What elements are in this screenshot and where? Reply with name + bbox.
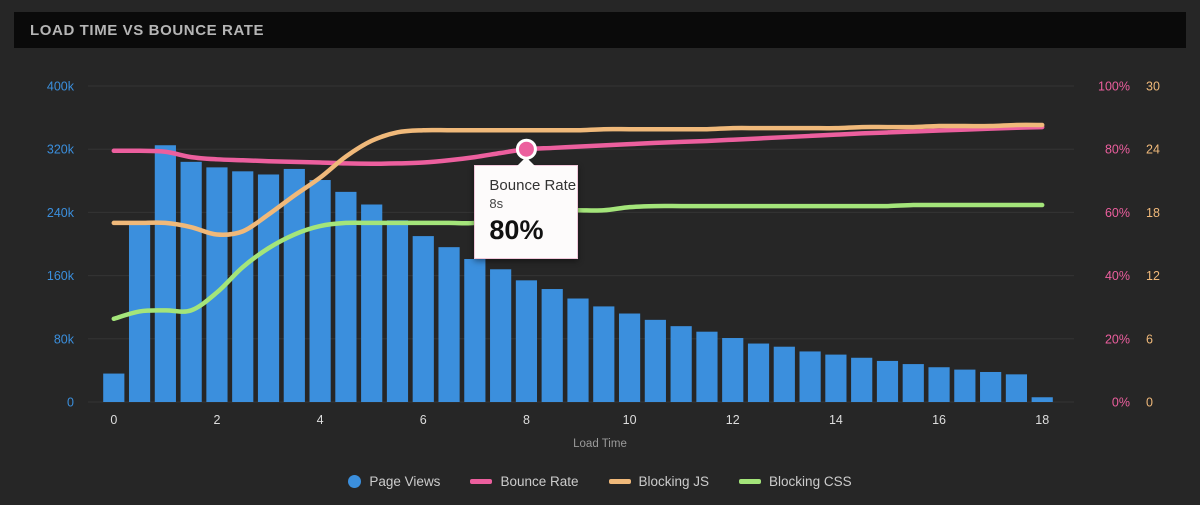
bar[interactable] xyxy=(851,357,873,402)
right-count-axis-tick: 18 xyxy=(1146,206,1160,220)
bar[interactable] xyxy=(799,351,821,402)
legend-label: Blocking JS xyxy=(638,474,710,489)
bar[interactable] xyxy=(567,298,589,402)
legend-label: Blocking CSS xyxy=(769,474,852,489)
right-count-axis-tick: 24 xyxy=(1146,143,1160,157)
chart-legend: Page Views Bounce Rate Blocking JS Blocking… xyxy=(0,474,1200,489)
tooltip-value: 80% xyxy=(489,215,544,246)
right-count-axis-tick: 12 xyxy=(1146,269,1160,283)
legend-label: Bounce Rate xyxy=(500,474,579,489)
right-percent-axis-tick: 100% xyxy=(1098,80,1130,94)
bar[interactable] xyxy=(954,369,976,402)
chart-title-bar: LOAD TIME VS BOUNCE RATE xyxy=(14,12,1186,48)
x-axis-tick: 2 xyxy=(213,413,220,427)
legend-label: Page Views xyxy=(369,474,441,489)
bar[interactable] xyxy=(1005,374,1028,402)
x-axis-tick: 10 xyxy=(623,413,637,427)
legend-item[interactable]: Blocking CSS xyxy=(739,474,852,489)
x-axis-title: Load Time xyxy=(573,438,627,450)
bar[interactable] xyxy=(747,343,770,402)
bar[interactable] xyxy=(722,338,744,402)
x-axis-tick: 12 xyxy=(726,413,740,427)
chart-tooltip: Bounce Rate 8s 80% xyxy=(474,157,579,260)
legend-item[interactable]: Page Views xyxy=(348,474,440,489)
left-axis-tick: 0 xyxy=(67,396,74,410)
bar[interactable] xyxy=(412,236,434,402)
bar[interactable] xyxy=(593,306,615,402)
left-axis-tick: 80k xyxy=(54,332,75,346)
bar[interactable] xyxy=(386,220,409,402)
bar[interactable] xyxy=(464,259,486,402)
chart-canvas: 0 80k 160k 240k 320k 400k 0% 20% 40% 60% 80% 100% 0 6… xyxy=(47,80,1160,428)
x-axis-tick: 18 xyxy=(1035,413,1049,427)
bar[interactable] xyxy=(103,373,125,402)
bar[interactable] xyxy=(515,280,538,402)
x-axis-tick: 4 xyxy=(317,413,324,427)
page-title: LOAD TIME VS BOUNCE RATE xyxy=(30,21,265,39)
right-percent-axis-tick: 20% xyxy=(1105,332,1130,346)
line-series[interactable] xyxy=(111,124,1045,166)
bar[interactable] xyxy=(438,247,460,402)
right-percent-axis-tick: 60% xyxy=(1105,206,1130,220)
tooltip-subtitle: 8s xyxy=(489,196,504,212)
chart-panel: LOAD TIME VS BOUNCE RATE 0 80k 160k 240k 320… xyxy=(0,0,1200,505)
left-axis-tick: 320k xyxy=(47,143,75,157)
right-count-axis-tick: 0 xyxy=(1146,396,1153,410)
bar[interactable] xyxy=(232,171,254,402)
legend-line-icon xyxy=(739,479,762,484)
bar[interactable] xyxy=(283,168,305,402)
left-axis-tick: 160k xyxy=(47,269,75,283)
highlight-marker[interactable] xyxy=(515,138,537,160)
bar[interactable] xyxy=(980,371,1002,402)
legend-item[interactable]: Blocking JS xyxy=(608,474,710,489)
bar[interactable] xyxy=(309,180,331,402)
bar[interactable] xyxy=(180,161,202,402)
bar[interactable] xyxy=(361,204,383,403)
right-percent-axis-tick: 0% xyxy=(1112,396,1130,410)
plot-area: 0 80k 160k 240k 320k 400k 0% 20% 40% 60% 80% 100% 0 6… xyxy=(0,48,1200,505)
right-count-axis-tick: 6 xyxy=(1146,332,1153,346)
bar[interactable] xyxy=(902,364,924,402)
bar[interactable] xyxy=(1031,397,1053,402)
left-axis-tick: 400k xyxy=(47,80,75,94)
legend-line-icon xyxy=(470,479,493,484)
legend-item[interactable]: Bounce Rate xyxy=(470,474,579,489)
tooltip-title: Bounce Rate xyxy=(489,177,577,195)
bar[interactable] xyxy=(670,326,692,402)
bar[interactable] xyxy=(928,367,950,402)
right-percent-axis-tick: 80% xyxy=(1105,143,1130,157)
bar[interactable] xyxy=(773,346,795,402)
x-axis-tick: 0 xyxy=(110,413,117,427)
bar[interactable] xyxy=(541,289,563,402)
bar[interactable] xyxy=(490,269,512,402)
x-axis-tick: 14 xyxy=(829,413,843,427)
left-axis-tick: 240k xyxy=(47,206,75,220)
legend-line-icon xyxy=(608,479,631,484)
x-axis-tick: 6 xyxy=(420,413,427,427)
right-percent-axis-tick: 40% xyxy=(1105,269,1130,283)
bar[interactable] xyxy=(825,354,847,402)
bar[interactable] xyxy=(618,313,641,402)
bar[interactable] xyxy=(644,319,666,402)
legend-circle-icon xyxy=(348,475,362,488)
x-axis-tick: 8 xyxy=(523,413,530,427)
tooltip-arrow xyxy=(517,157,536,167)
bar[interactable] xyxy=(696,331,718,402)
right-count-axis-tick: 30 xyxy=(1146,80,1160,94)
bar[interactable] xyxy=(876,360,899,402)
bar[interactable] xyxy=(154,145,176,402)
x-axis-tick: 16 xyxy=(932,413,946,427)
